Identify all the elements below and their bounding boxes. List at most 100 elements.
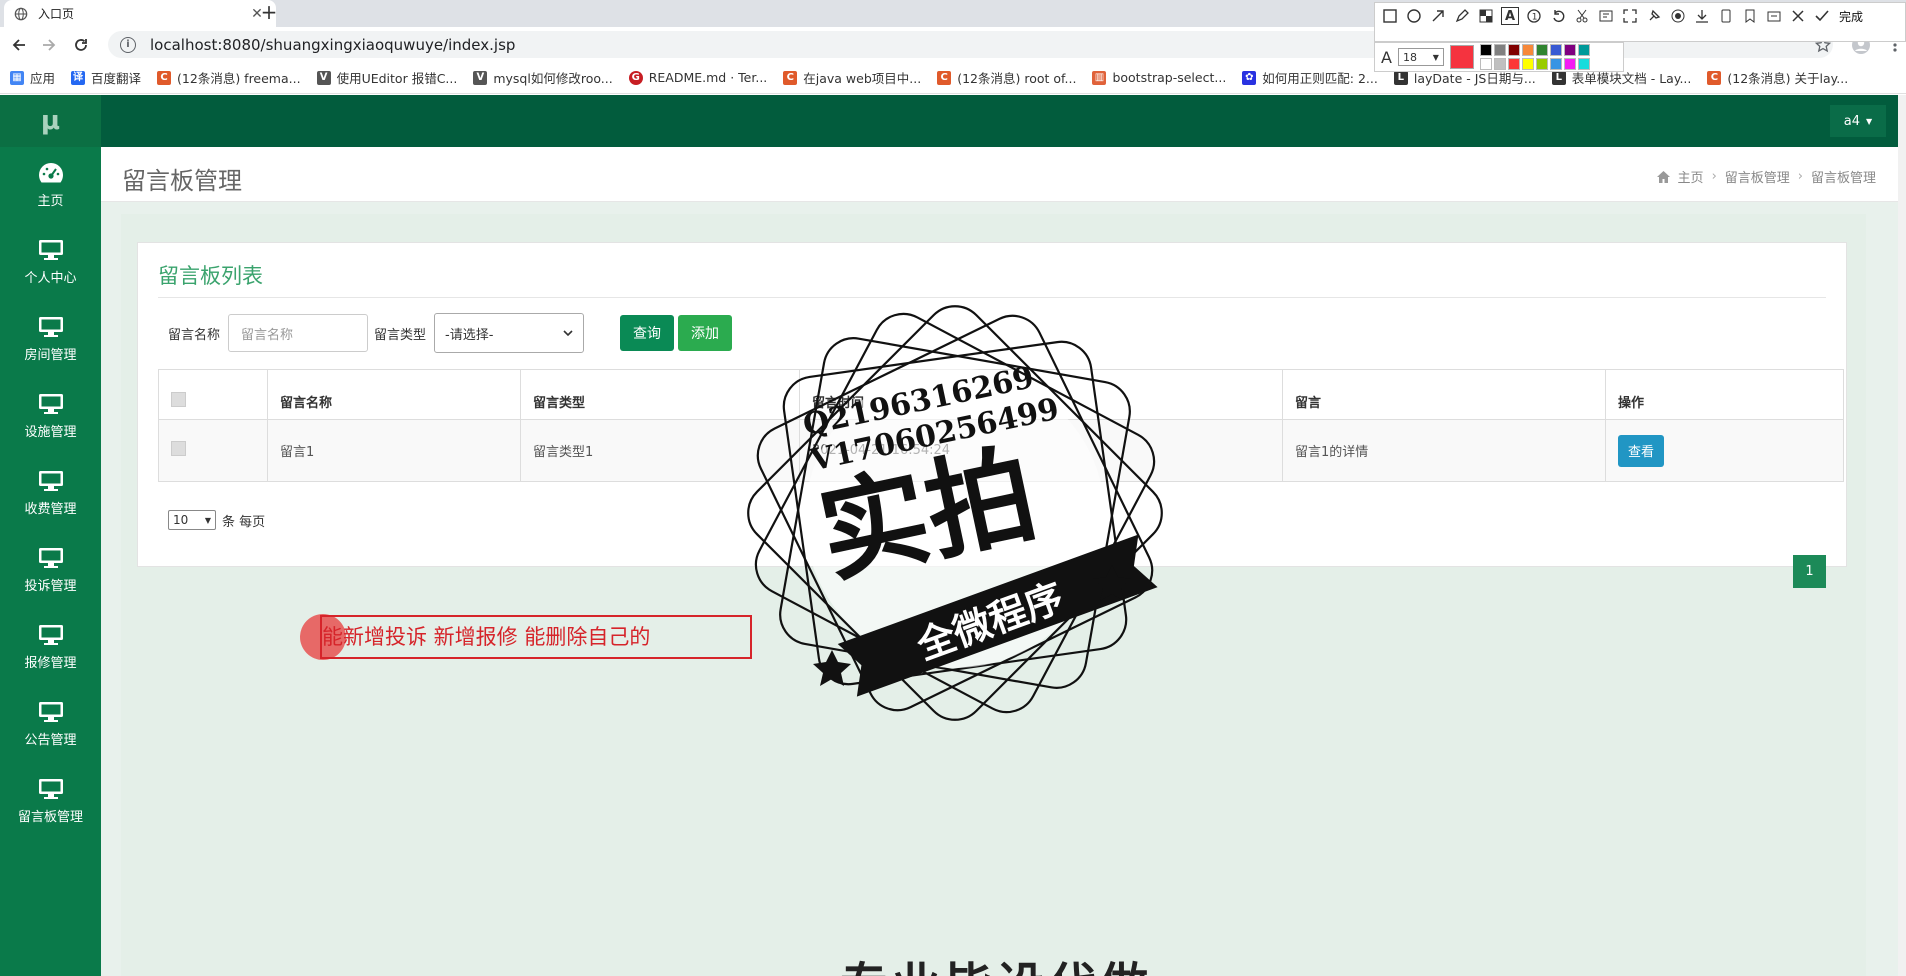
color-swatch[interactable] (1507, 58, 1520, 70)
back-button[interactable] (8, 34, 30, 56)
color-swatch[interactable] (1563, 58, 1576, 70)
info-icon[interactable]: i (120, 36, 136, 53)
bookmark-item[interactable]: ▦ 应用 (10, 68, 55, 87)
sidebar-item[interactable]: 个人中心 (0, 224, 101, 301)
breadcrumb: 主页 › 留言板管理 › 留言板管理 (1656, 167, 1876, 186)
sidebar-item[interactable]: 投诉管理 (0, 532, 101, 609)
color-swatch[interactable] (1479, 44, 1492, 56)
user-menu[interactable]: a4 ▼ (1830, 105, 1886, 137)
ocr-icon[interactable] (1597, 7, 1615, 25)
app-topbar: a4 ▼ (101, 95, 1906, 147)
bookmark-icon[interactable] (1741, 7, 1759, 25)
sidebar-item-label: 投诉管理 (24, 579, 77, 594)
mosaic-tool-icon[interactable] (1477, 7, 1495, 25)
ellipse-tool-icon[interactable] (1405, 7, 1423, 25)
view-button[interactable]: 查看 (1618, 434, 1665, 467)
bookmark-item[interactable]: ✿ 如何用正则匹配: 2... (1242, 68, 1378, 87)
query-button[interactable]: 查询 (620, 315, 675, 351)
monitor-icon (38, 625, 63, 645)
color-swatch[interactable] (1535, 58, 1548, 70)
bookmark-item[interactable]: 译百度翻译 (71, 68, 141, 87)
bookmark-item[interactable]: C (12条消息) root of... (937, 68, 1076, 87)
bookmark-label: 应用 (30, 71, 56, 86)
sidebar-item[interactable]: 收费管理 (0, 455, 101, 532)
breadcrumb-home[interactable]: 主页 (1678, 167, 1704, 186)
bookmark-favicon: ✿ (1242, 70, 1257, 85)
current-color-swatch[interactable] (1449, 45, 1474, 69)
marker-tool-icon[interactable]: 1 (1525, 7, 1543, 25)
reload-button[interactable] (70, 34, 92, 56)
bookmark-item[interactable]: G README.md · Ter... (628, 70, 767, 85)
breadcrumb-level1[interactable]: 留言板管理 (1725, 167, 1790, 186)
rectangle-tool-icon[interactable] (1381, 7, 1399, 25)
page-size-select[interactable]: 10 ▼ (168, 510, 216, 530)
color-swatch[interactable] (1549, 44, 1562, 56)
expand-icon[interactable] (1621, 7, 1639, 25)
download-icon[interactable] (1693, 7, 1711, 25)
color-swatch[interactable] (1507, 44, 1520, 56)
sidebar-item[interactable]: 公告管理 (0, 686, 101, 763)
undo-icon[interactable] (1549, 7, 1567, 25)
text-tool-icon[interactable]: A (1501, 7, 1519, 25)
forward-button[interactable] (38, 34, 60, 56)
phone-icon[interactable] (1717, 7, 1735, 25)
arrow-left-icon (12, 39, 25, 51)
bookmark-item[interactable]: C 在java web项目中... (783, 68, 921, 87)
app-logo[interactable]: μ (0, 95, 101, 147)
url-text[interactable]: localhost:8080/shuangxingxiaoquwuye/inde… (150, 36, 515, 54)
color-swatch[interactable] (1577, 58, 1590, 70)
share-icon[interactable] (1765, 7, 1783, 25)
color-swatch[interactable] (1521, 58, 1534, 70)
breadcrumb-level2: 留言板管理 (1810, 171, 1876, 186)
bookmark-item[interactable]: ꓦ 使用UEditor 报错C... (316, 68, 457, 87)
color-swatch[interactable] (1577, 44, 1590, 56)
col-header-time: 留言时间 (799, 369, 1283, 420)
globe-icon (14, 7, 28, 20)
bookmark-label: bootstrap-select... (1112, 70, 1227, 85)
scissors-icon[interactable] (1573, 7, 1591, 25)
color-swatch[interactable] (1493, 44, 1506, 56)
sidebar-item[interactable]: 主页 (0, 147, 101, 224)
screenshot-text-options: A 18 ▼ (1374, 42, 1624, 72)
color-swatch[interactable] (1535, 44, 1548, 56)
color-swatch[interactable] (1521, 44, 1534, 56)
record-icon[interactable] (1669, 7, 1687, 25)
sidebar: μ 主页 个人中心 房间管理 设施管理 收费管理投诉管理报修管理公告管理留言板管理 (0, 95, 101, 976)
name-search-input[interactable]: 留言名称 (228, 314, 369, 352)
row-checkbox[interactable] (171, 441, 186, 456)
select-all-checkbox[interactable] (171, 392, 186, 407)
sidebar-item[interactable]: 报修管理 (0, 609, 101, 686)
cell-action: 查看 (1605, 419, 1844, 482)
pen-tool-icon[interactable] (1453, 7, 1471, 25)
pin-icon[interactable] (1645, 7, 1663, 25)
page-scrollbar[interactable] (1898, 95, 1906, 976)
bookmark-item[interactable]: ꓦ mysql如何修改roo... (473, 68, 613, 87)
color-swatch[interactable] (1563, 44, 1576, 56)
color-swatch[interactable] (1549, 58, 1562, 70)
cell-type: 留言类型1 (520, 419, 800, 482)
filter-bar: 留言名称 留言名称 留言类型 -请选择- 查询 添加 (168, 313, 736, 353)
color-swatch[interactable] (1493, 58, 1506, 70)
done-button[interactable]: 完成 (1839, 8, 1863, 25)
add-button[interactable]: 添加 (678, 315, 733, 351)
bookmark-item[interactable]: C (12条消息) 关于lay... (1707, 68, 1848, 87)
username: a4 (1843, 113, 1861, 129)
browser-tab[interactable]: 入口页 ✕ (4, 0, 276, 27)
sidebar-item[interactable]: 设施管理 (0, 378, 101, 455)
sidebar-item[interactable]: 留言板管理 (0, 763, 101, 840)
chevron-right-icon: › (1797, 169, 1803, 184)
sidebar-item-label: 公告管理 (24, 733, 77, 748)
font-size-select[interactable]: 18 ▼ (1397, 48, 1444, 66)
close-icon[interactable] (1789, 7, 1807, 25)
bookmark-item[interactable]: C (12条消息) freema... (157, 68, 301, 87)
new-tab-button[interactable]: + (256, 0, 282, 27)
bookmark-favicon: ꓦ (473, 70, 488, 85)
color-swatch[interactable] (1479, 58, 1492, 70)
sidebar-item[interactable]: 房间管理 (0, 301, 101, 378)
type-select[interactable]: -请选择- (434, 313, 585, 353)
check-icon[interactable] (1813, 7, 1831, 25)
bookmark-label: 百度翻译 (91, 71, 142, 86)
bookmark-item[interactable]: ▥ bootstrap-select... (1092, 70, 1226, 85)
pagination-page-1[interactable]: 1 (1793, 555, 1826, 588)
arrow-tool-icon[interactable] (1429, 7, 1447, 25)
